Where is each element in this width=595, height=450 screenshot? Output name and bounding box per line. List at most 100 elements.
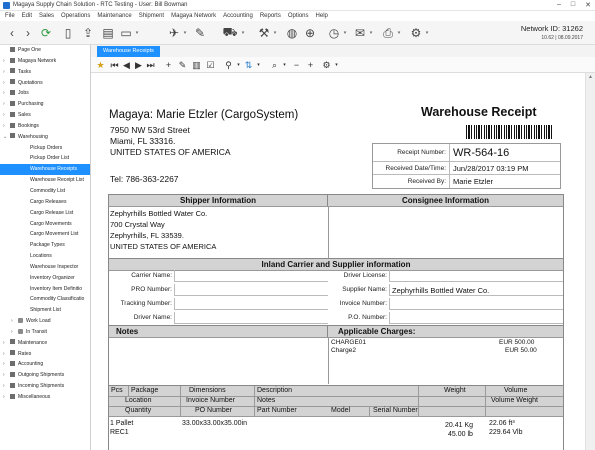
chevron-right-icon[interactable]: › bbox=[3, 359, 5, 370]
chevron-right-icon[interactable]: › bbox=[3, 88, 5, 99]
sidebar-item-warehouse-receipts[interactable]: Warehouse Receipts bbox=[0, 164, 90, 176]
menu-operations[interactable]: Operations bbox=[61, 13, 90, 19]
chevron-down-icon[interactable]: ▾ bbox=[424, 25, 430, 41]
sidebar-item-inventory-item-definitio[interactable]: Inventory Item Definitio bbox=[0, 284, 90, 295]
sidebar-item-jobs[interactable]: › Jobs bbox=[0, 88, 90, 99]
sidebar-item-cargo-release-list[interactable]: Cargo Release List bbox=[0, 208, 90, 219]
chevron-right-icon[interactable]: › bbox=[3, 392, 5, 403]
chevron-down-icon[interactable]: ▾ bbox=[272, 25, 278, 41]
sidebar-item-tasks[interactable]: › Tasks bbox=[0, 67, 90, 78]
chevron-right-icon[interactable]: › bbox=[3, 67, 5, 78]
sidebar-item-locations[interactable]: Locations bbox=[0, 251, 90, 262]
first-page-icon[interactable]: ⏮ bbox=[109, 59, 120, 71]
chevron-right-icon[interactable]: › bbox=[11, 327, 13, 338]
sidebar-item-quotations[interactable]: › Quotations bbox=[0, 78, 90, 89]
checklist-icon[interactable]: ☑ bbox=[205, 59, 216, 71]
chevron-down-icon[interactable]: ▾ bbox=[342, 25, 348, 41]
chevron-right-icon[interactable]: › bbox=[3, 110, 5, 121]
chevron-down-icon[interactable]: ▾ bbox=[279, 59, 290, 71]
menu-file[interactable]: File bbox=[5, 13, 15, 19]
air-icon[interactable]: ✈ bbox=[166, 25, 182, 41]
sidebar-item-bookings[interactable]: › Bookings bbox=[0, 121, 90, 132]
edit-icon[interactable]: ✎ bbox=[177, 59, 188, 71]
sidebar-item-work-load[interactable]: › Work Load bbox=[0, 316, 90, 327]
chevron-right-icon[interactable]: › bbox=[3, 56, 5, 67]
sidebar-item-warehouse-receipt-list[interactable]: Warehouse Receipt List bbox=[0, 175, 90, 186]
zoom-in-icon[interactable]: + bbox=[305, 59, 316, 71]
sidebar-item-cargo-movement-list[interactable]: Cargo Movement List bbox=[0, 229, 90, 240]
sidebar-item-commodity-classificatio[interactable]: Commodity Classificatio bbox=[0, 294, 90, 305]
refresh-icon[interactable]: ⟳ bbox=[38, 25, 54, 41]
chevron-right-icon[interactable]: › bbox=[3, 338, 5, 349]
invoice-icon[interactable]: ▭ bbox=[118, 25, 134, 41]
edit-icon[interactable]: ✎ bbox=[192, 25, 208, 41]
star-icon[interactable]: ★ bbox=[95, 59, 106, 71]
sidebar-item-cargo-releases[interactable]: Cargo Releases bbox=[0, 197, 90, 208]
back-icon[interactable]: ‹ bbox=[4, 25, 20, 41]
chevron-down-icon[interactable]: ▾ bbox=[396, 25, 402, 41]
sidebar-item-miscellaneous[interactable]: › Miscellaneous bbox=[0, 392, 90, 403]
sidebar-item-pickup-orders[interactable]: Pickup Orders bbox=[0, 143, 90, 154]
minimize-icon[interactable]: – bbox=[557, 1, 561, 9]
zoom-out-icon[interactable]: − bbox=[291, 59, 302, 71]
truck-icon[interactable]: ⛟ bbox=[222, 25, 238, 41]
chevron-right-icon[interactable]: › bbox=[3, 121, 5, 132]
chevron-right-icon[interactable]: › bbox=[11, 316, 13, 327]
menu-magaya-network[interactable]: Magaya Network bbox=[171, 13, 216, 19]
sidebar-item-page-one[interactable]: Page One bbox=[0, 45, 90, 56]
settings-icon[interactable]: ⚙ bbox=[408, 25, 424, 41]
chevron-down-icon[interactable]: ▾ bbox=[240, 25, 246, 41]
chevron-down-icon[interactable]: ▾ bbox=[253, 59, 264, 71]
sidebar-item-outgoing-shipments[interactable]: › Outgoing Shipments bbox=[0, 370, 90, 381]
globe-icon[interactable]: ◍ bbox=[284, 25, 300, 41]
close-icon[interactable]: ✕ bbox=[585, 1, 591, 9]
sidebar-item-package-types[interactable]: Package Types bbox=[0, 240, 90, 251]
maximize-icon[interactable]: □ bbox=[571, 1, 575, 9]
forward-icon[interactable]: › bbox=[20, 25, 36, 41]
sidebar-item-warehouse-inspector[interactable]: Warehouse Inspector bbox=[0, 262, 90, 273]
print-icon[interactable]: ⎙ bbox=[380, 25, 396, 41]
chevron-down-icon[interactable]: ▾ bbox=[134, 25, 140, 41]
sidebar-item-maintenance[interactable]: › Maintenance bbox=[0, 338, 90, 349]
sidebar-item-purchasing[interactable]: › Purchasing bbox=[0, 99, 90, 110]
menu-edit[interactable]: Edit bbox=[22, 13, 32, 19]
export-icon[interactable]: ⇪ bbox=[80, 25, 96, 41]
sidebar-item-commodity-list[interactable]: Commodity List bbox=[0, 186, 90, 197]
sidebar-item-inventory-organizer[interactable]: Inventory Organizer bbox=[0, 273, 90, 284]
sidebar-item-pickup-order-list[interactable]: Pickup Order List bbox=[0, 153, 90, 164]
next-page-icon[interactable]: ▶ bbox=[133, 59, 144, 71]
add-icon[interactable]: + bbox=[163, 59, 174, 71]
menu-options[interactable]: Options bbox=[288, 13, 309, 19]
menu-shipment[interactable]: Shipment bbox=[139, 13, 164, 19]
sidebar-item-cargo-movements[interactable]: Cargo Movements bbox=[0, 219, 90, 230]
sidebar-item-incoming-shipments[interactable]: › Incoming Shipments bbox=[0, 381, 90, 392]
last-page-icon[interactable]: ⏭ bbox=[145, 59, 156, 71]
menu-reports[interactable]: Reports bbox=[260, 13, 281, 19]
menu-sales[interactable]: Sales bbox=[39, 13, 54, 19]
network-icon[interactable]: ⊕ bbox=[302, 25, 318, 41]
chevron-right-icon[interactable]: › bbox=[3, 370, 5, 381]
sidebar-item-in-transit[interactable]: › In Transit bbox=[0, 327, 90, 338]
chevron-down-icon[interactable]: ⌄ bbox=[3, 132, 7, 143]
sidebar-item-warehousing[interactable]: ⌄ Warehousing bbox=[0, 132, 90, 143]
prev-page-icon[interactable]: ◀ bbox=[121, 59, 132, 71]
sidebar-item-sales[interactable]: › Sales bbox=[0, 110, 90, 121]
sidebar-item-shipment-list[interactable]: Shipment List bbox=[0, 305, 90, 316]
menu-help[interactable]: Help bbox=[316, 13, 328, 19]
document-icon[interactable]: ▤ bbox=[100, 25, 116, 41]
chevron-right-icon[interactable]: › bbox=[3, 99, 5, 110]
chevron-down-icon[interactable]: ▾ bbox=[182, 25, 188, 41]
sidebar-item-magaya-network[interactable]: › Magaya Network bbox=[0, 56, 90, 67]
chevron-right-icon[interactable]: › bbox=[3, 78, 5, 89]
chevron-down-icon[interactable]: ▾ bbox=[368, 25, 374, 41]
new-document-icon[interactable]: ▯ bbox=[60, 25, 76, 41]
scroll-up-icon[interactable]: ▲ bbox=[588, 74, 593, 80]
delete-icon[interactable]: ▥ bbox=[191, 59, 202, 71]
chevron-down-icon[interactable]: ▾ bbox=[331, 59, 342, 71]
sidebar-item-rates[interactable]: › Rates bbox=[0, 349, 90, 360]
chevron-right-icon[interactable]: › bbox=[3, 349, 5, 360]
vertical-scrollbar[interactable] bbox=[585, 73, 595, 450]
tab-warehouse-receipts[interactable]: Warehouse Receipts bbox=[97, 46, 160, 57]
chevron-right-icon[interactable]: › bbox=[3, 381, 5, 392]
clock-icon[interactable]: ◷ bbox=[326, 25, 342, 41]
